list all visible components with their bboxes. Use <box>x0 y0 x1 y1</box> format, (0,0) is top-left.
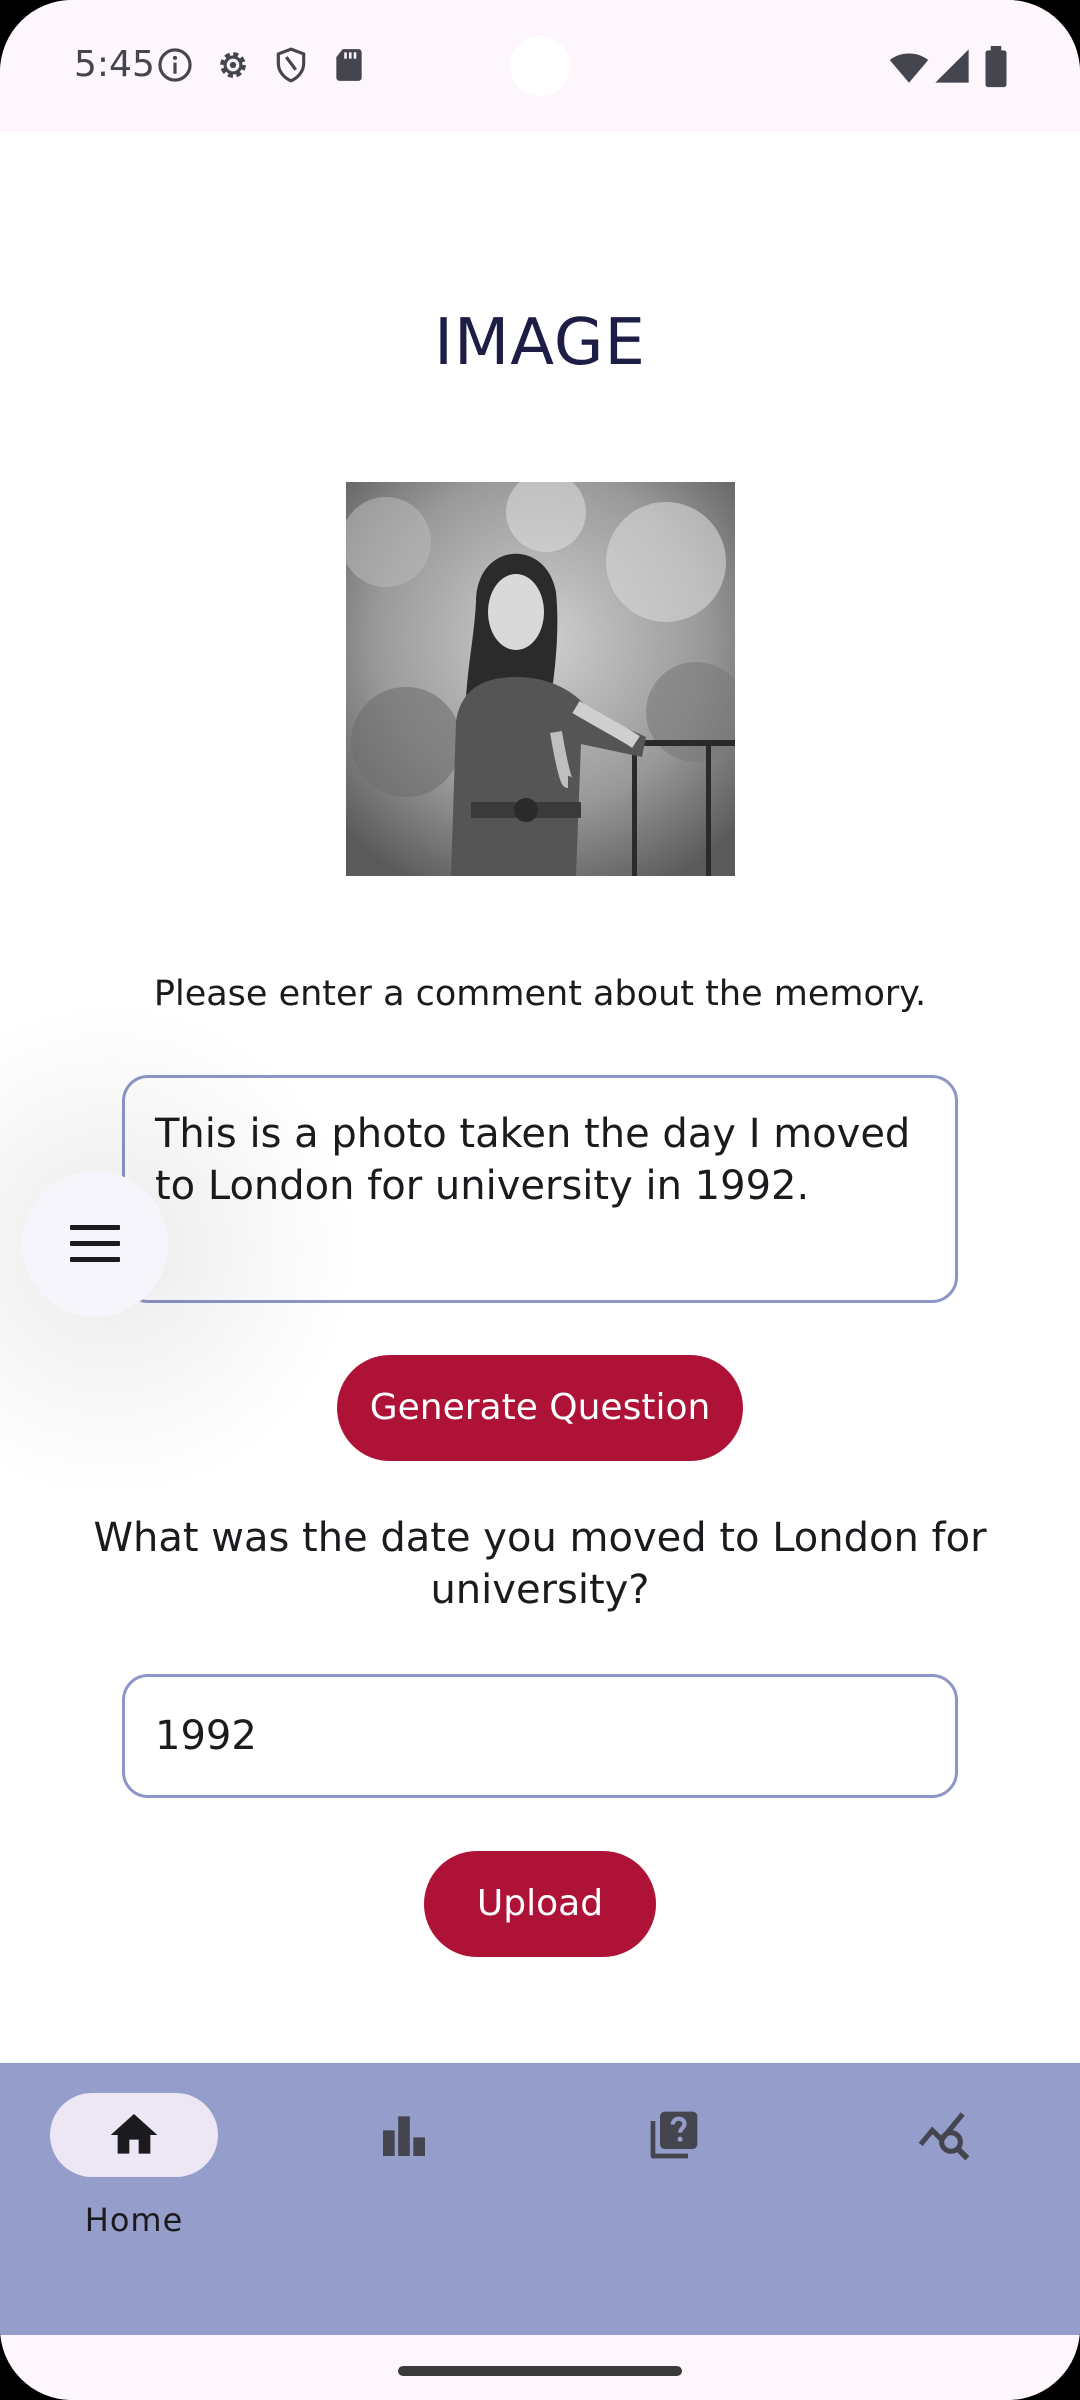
query-stats-icon <box>918 2112 970 2161</box>
menu-button[interactable] <box>22 1171 168 1317</box>
home-icon <box>110 2114 158 2154</box>
bottom-navigation: Home <box>0 2063 1080 2335</box>
memory-photo <box>346 482 735 876</box>
battery-icon <box>985 46 1007 88</box>
status-bar: 5:45 <box>0 0 1080 132</box>
bar-chart-icon <box>383 2116 425 2156</box>
status-time: 5:45 <box>74 44 155 85</box>
nav-item-insights[interactable] <box>844 2093 1044 2243</box>
settings-gear-icon <box>220 52 246 78</box>
wifi-icon <box>889 53 929 83</box>
menu-icon <box>70 1225 120 1262</box>
front-camera <box>510 36 570 96</box>
upload-button[interactable]: Upload <box>424 1851 656 1957</box>
nav-item-quiz[interactable] <box>574 2093 774 2243</box>
nav-item-stats[interactable] <box>304 2093 504 2243</box>
info-icon <box>158 48 192 82</box>
phone-screen: 5:45 IMAGE Please enter a comment about … <box>0 0 1080 2400</box>
nav-item-home[interactable]: Home <box>34 2093 234 2243</box>
answer-input[interactable]: 1992 <box>122 1674 958 1798</box>
home-gesture-bar[interactable] <box>398 2366 682 2376</box>
generated-question: What was the date you moved to London fo… <box>93 1515 987 1613</box>
page-title: IMAGE <box>434 306 646 380</box>
generate-question-button[interactable]: Generate Question <box>337 1355 743 1461</box>
sd-card-icon <box>336 49 362 81</box>
quiz-icon <box>650 2111 698 2159</box>
signal-icon <box>935 49 969 83</box>
shield-icon <box>276 47 306 83</box>
nav-label-home: Home <box>84 2201 184 2239</box>
